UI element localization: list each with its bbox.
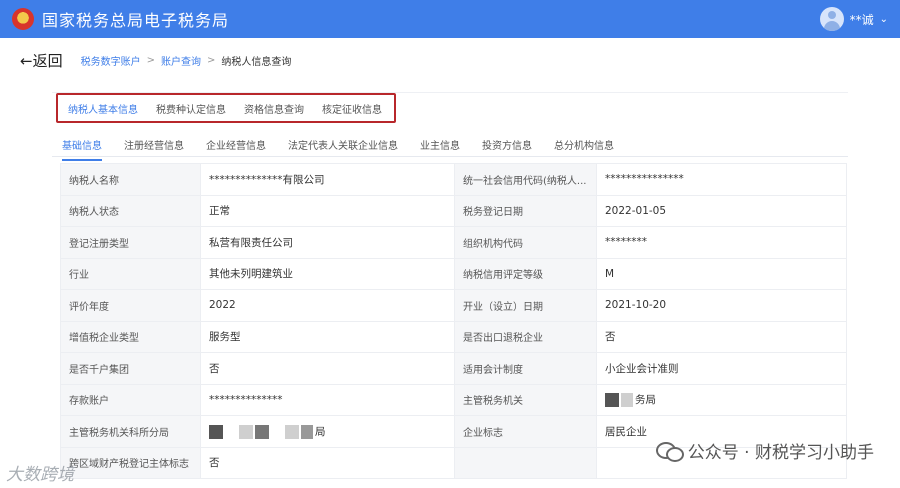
wechat-watermark: 公众号 · 财税学习小助手: [655, 438, 874, 463]
subtab-operation[interactable]: 企业经营信息: [206, 131, 266, 159]
field-value: **************有限公司: [200, 163, 455, 196]
main-tab-bar: 纳税人基本信息 税费种认定信息 资格信息查询 核定征收信息: [56, 93, 396, 123]
redaction-block: [301, 424, 313, 439]
field-value: 否: [200, 352, 455, 385]
subtab-owner[interactable]: 业主信息: [420, 131, 460, 159]
table-row: 纳税人名称 **************有限公司 统一社会信用代码(纳税人...…: [60, 163, 847, 196]
taxpayer-info-table: 纳税人名称 **************有限公司 统一社会信用代码(纳税人...…: [60, 163, 847, 479]
top-header: 国家税务总局电子税务局 **诚 ⌄: [0, 0, 900, 38]
user-name: **诚: [849, 12, 874, 27]
field-value: 小企业会计准则: [596, 352, 847, 385]
field-value-masked: 局: [200, 415, 455, 448]
table-row: 登记注册类型 私营有限责任公司 组织机构代码 ********: [60, 226, 847, 259]
table-row: 增值税企业类型 服务型 是否出口退税企业 否: [60, 320, 847, 353]
field-value: 其他未列明建筑业: [200, 257, 455, 290]
field-label: 纳税人名称: [60, 163, 201, 196]
subtab-legal-rep-related[interactable]: 法定代表人关联企业信息: [288, 131, 398, 159]
field-label: 主管税务机关: [454, 383, 597, 416]
redaction-block: [621, 393, 633, 408]
breadcrumb-item-digital-account[interactable]: 税务数字账户: [81, 53, 141, 68]
field-label: 企业标志: [454, 415, 597, 448]
tab-tax-type-recognition[interactable]: 税费种认定信息: [156, 101, 226, 116]
field-value: 否: [200, 446, 455, 479]
chevron-down-icon[interactable]: ⌄: [880, 14, 888, 25]
field-value: M: [596, 257, 847, 290]
tab-basic-info[interactable]: 纳税人基本信息: [68, 101, 138, 116]
field-label: [454, 446, 597, 479]
app-title: 国家税务总局电子税务局: [42, 11, 230, 30]
redaction-block: [239, 424, 253, 439]
redaction-block: [255, 424, 269, 439]
field-label: 存款账户: [60, 383, 201, 416]
table-row: 评价年度 2022 开业（设立）日期 2021-10-20: [60, 289, 847, 322]
subtab-investor[interactable]: 投资方信息: [482, 131, 532, 159]
field-label: 评价年度: [60, 289, 201, 322]
field-label: 组织机构代码: [454, 226, 597, 259]
sub-tab-bar: 基础信息 注册经营信息 企业经营信息 法定代表人关联企业信息 业主信息 投资方信…: [52, 131, 848, 161]
field-value: 正常: [200, 194, 455, 227]
field-value-masked: 务局: [596, 383, 847, 416]
field-label: 是否出口退税企业: [454, 320, 597, 353]
field-label: 纳税人状态: [60, 194, 201, 227]
field-value: 2021-10-20: [596, 289, 847, 322]
watermark-text: 公众号 · 财税学习小助手: [687, 443, 874, 463]
field-label: 开业（设立）日期: [454, 289, 597, 322]
field-label: 主管税务机关科所分局: [60, 415, 201, 448]
subtab-branch[interactable]: 总分机构信息: [554, 131, 614, 159]
subtab-registration[interactable]: 注册经营信息: [124, 131, 184, 159]
field-label: 税务登记日期: [454, 194, 597, 227]
breadcrumb-separator-icon: >: [146, 54, 155, 66]
field-label: 统一社会信用代码(纳税人...: [454, 163, 597, 196]
redaction-block: [605, 393, 619, 408]
field-value: ********: [596, 226, 847, 259]
field-value-suffix: 局: [315, 425, 326, 438]
field-value: ***************: [596, 163, 847, 196]
table-row: 纳税人状态 正常 税务登记日期 2022-01-05: [60, 194, 847, 227]
back-button[interactable]: ←返回: [20, 50, 63, 71]
table-row: 是否千户集团 否 适用会计制度 小企业会计准则: [60, 352, 847, 385]
subtab-basic[interactable]: 基础信息: [62, 131, 102, 161]
field-label: 是否千户集团: [60, 352, 201, 385]
wechat-icon: [655, 440, 684, 462]
field-value-suffix: 务局: [635, 394, 656, 407]
field-label: 跨区域财产税登记主体标志: [60, 446, 201, 479]
table-row: 存款账户 ************** 主管税务机关 务局: [60, 383, 847, 416]
field-value: 私营有限责任公司: [200, 226, 455, 259]
field-label: 纳税信用评定等级: [454, 257, 597, 290]
field-label: 行业: [60, 257, 201, 290]
field-label: 登记注册类型: [60, 226, 201, 259]
field-value: 2022-01-05: [596, 194, 847, 227]
redaction-block: [209, 424, 223, 439]
corner-watermark: 大数跨境: [6, 465, 74, 485]
tax-emblem-icon: [12, 8, 34, 30]
tab-qualification-query[interactable]: 资格信息查询: [244, 101, 304, 116]
breadcrumb-separator-icon: >: [206, 54, 216, 66]
field-value: 服务型: [200, 320, 455, 353]
tab-assessed-collection[interactable]: 核定征收信息: [322, 101, 382, 116]
breadcrumb: ←返回 税务数字账户 > 账户查询 > 纳税人信息查询: [0, 38, 900, 82]
field-value: 2022: [200, 289, 455, 322]
redaction-block: [285, 424, 299, 439]
field-label: 适用会计制度: [454, 352, 597, 385]
user-menu[interactable]: **诚 ⌄: [819, 7, 888, 31]
table-row: 行业 其他未列明建筑业 纳税信用评定等级 M: [60, 257, 847, 290]
avatar[interactable]: [819, 7, 844, 31]
field-value: 否: [596, 320, 847, 353]
breadcrumb-item-taxpayer-query: 纳税人信息查询: [221, 56, 292, 68]
info-panel: 纳税人基本信息 税费种认定信息 资格信息查询 核定征收信息 基础信息 注册经营信…: [52, 92, 848, 482]
breadcrumb-item-account-query[interactable]: 账户查询: [161, 53, 201, 68]
field-value: **************: [200, 383, 455, 416]
field-label: 增值税企业类型: [60, 320, 201, 353]
